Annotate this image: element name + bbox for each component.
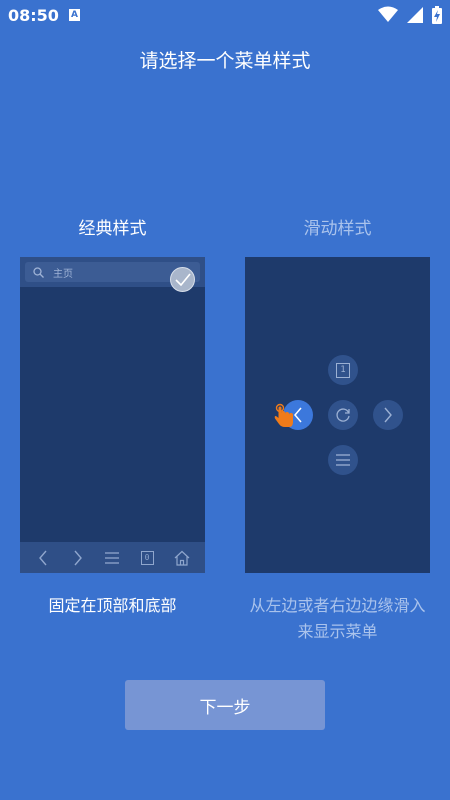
next-step-button[interactable]: 下一步: [125, 680, 325, 730]
menu-icon: [100, 548, 124, 568]
search-icon: [33, 267, 44, 278]
status-time: 08:50: [8, 6, 59, 25]
slide-forward-control: [373, 400, 403, 430]
menu-icon: [336, 454, 350, 466]
slide-style-preview[interactable]: 1: [245, 257, 430, 573]
tabs-icon: 1: [336, 362, 350, 378]
notification-a-icon: A: [69, 9, 80, 21]
forward-icon: [384, 407, 392, 423]
slide-style-description: 从左边或者右边边缘滑入来显示菜单: [249, 596, 426, 641]
forward-icon: [66, 548, 90, 568]
slide-menu-control: [328, 445, 358, 475]
tabs-icon: 0: [135, 548, 159, 568]
slide-refresh-control: [328, 400, 358, 430]
classic-style-title[interactable]: 经典样式: [20, 214, 205, 239]
preview-bottom-bar: 0: [20, 542, 205, 573]
signal-icon: [406, 7, 423, 23]
screen: 08:50 A 请选择一个菜单样式 经典样式 滑动样式 主页 0 1 固定在顶部…: [0, 0, 450, 800]
refresh-icon: [336, 408, 350, 422]
classic-style-preview[interactable]: 主页 0: [20, 257, 205, 573]
battery-charging-icon: [432, 6, 442, 24]
swipe-finger-icon: [274, 403, 293, 427]
preview-search-placeholder: 主页: [53, 269, 73, 280]
slide-tabs-control: 1: [328, 355, 358, 385]
selected-check-icon: [170, 267, 195, 292]
slide-style-title[interactable]: 滑动样式: [245, 214, 430, 239]
wifi-icon: [377, 6, 398, 22]
status-bar: 08:50 A: [0, 0, 450, 32]
home-icon: [170, 548, 194, 568]
classic-style-description: 固定在顶部和底部: [48, 596, 177, 615]
back-icon: [31, 548, 55, 568]
status-icons: [374, 6, 442, 24]
page-title: 请选择一个菜单样式: [139, 50, 311, 72]
